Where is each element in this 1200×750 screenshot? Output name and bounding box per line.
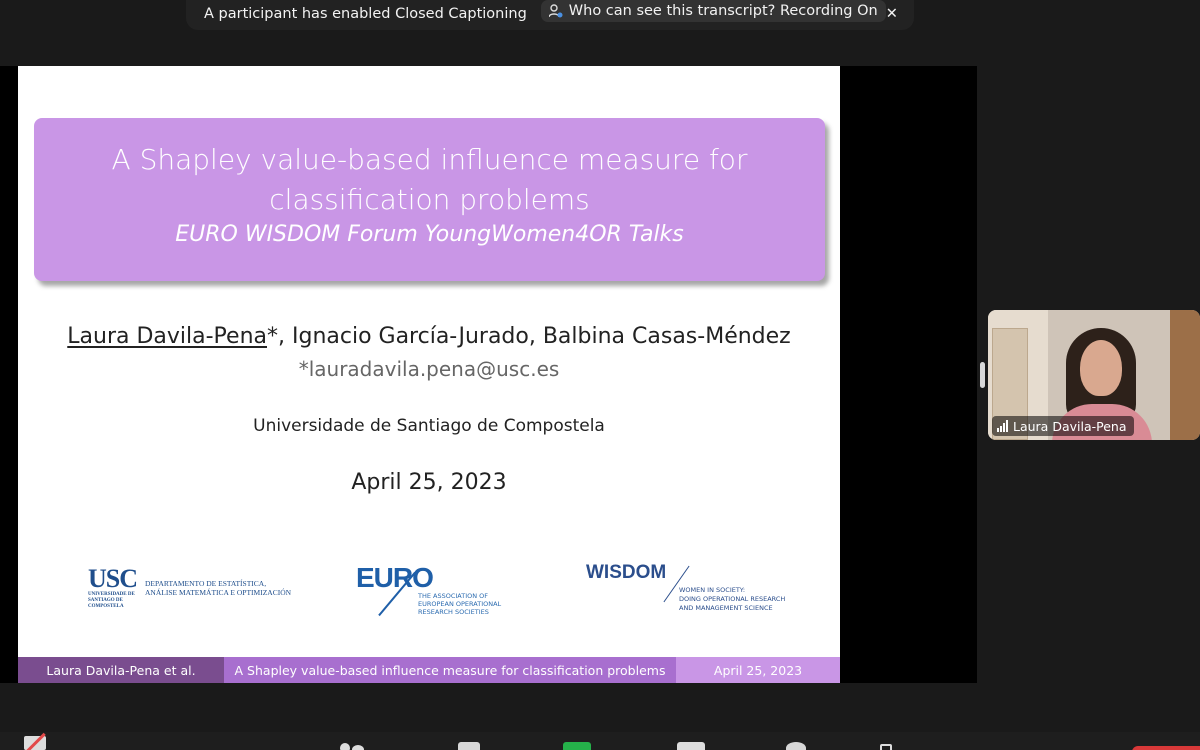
footer-authors: Laura Davila-Pena et al.: [18, 657, 224, 683]
slide-title-line1: A Shapley value-based influence measure …: [111, 143, 748, 176]
participants-icon[interactable]: [340, 742, 364, 750]
close-icon[interactable]: ✕: [886, 6, 898, 22]
usc-logo: USC UNIVERSIDADE DE SANTIAGO DE COMPOSTE…: [88, 566, 291, 610]
slide-subtitle: EURO WISDOM Forum YoungWomen4OR Talks: [175, 222, 684, 247]
author-email: *lauradavila.pena@usc.es: [298, 357, 560, 381]
university: Universidade de Santiago de Compostela: [253, 416, 605, 436]
wisdom-logo-mark: WISDOM: [586, 562, 667, 583]
record-icon[interactable]: [677, 742, 705, 750]
chat-icon[interactable]: [458, 742, 480, 750]
user-lock-icon: [548, 4, 563, 18]
euro-logo-mark: EURO: [356, 562, 434, 593]
participant-name-tag: Laura Davila-Pena: [992, 416, 1135, 436]
reactions-icon[interactable]: [786, 742, 806, 750]
meeting-window: A participant has enabled Closed Caption…: [0, 0, 1200, 750]
presenter-mark: *: [267, 324, 278, 349]
slide-footer: Laura Davila-Pena et al. A Shapley value…: [18, 657, 840, 683]
wisdom-logo: WISDOM WOMEN IN SOCIETY: DOING OPERATION…: [586, 562, 785, 613]
wisdom-logo-sub: WOMEN IN SOCIETY: DOING OPERATIONAL RESE…: [679, 586, 786, 612]
euro-logo-sub: THE ASSOCIATION OF EUROPEAN OPERATIONAL …: [418, 592, 502, 616]
presenter-name: Laura Davila-Pena: [67, 324, 267, 349]
shared-screen: A Shapley value-based influence measure …: [0, 66, 977, 683]
transcript-info-button[interactable]: Who can see this transcript? Recording O…: [540, 0, 886, 22]
slide-title-box: A Shapley value-based influence measure …: [34, 118, 825, 281]
footer-date: April 25, 2023: [676, 657, 840, 683]
share-screen-icon[interactable]: [563, 742, 591, 750]
participant-name: Laura Davila-Pena: [1013, 418, 1127, 434]
coauthors: , Ignacio García-Jurado, Balbina Casas-M…: [278, 324, 791, 349]
participant-face: [1080, 340, 1122, 396]
slide-authors: Laura Davila-Pena*, Ignacio García-Jurad…: [18, 324, 840, 349]
video-background-shelf: [1170, 310, 1200, 440]
slide-title-line2: classification problems: [269, 183, 590, 216]
signal-strength-icon: [997, 420, 1008, 432]
video-off-icon[interactable]: [22, 736, 46, 750]
usc-logo-mark: USC UNIVERSIDADE DE SANTIAGO DE COMPOSTE…: [88, 564, 138, 610]
slide-title: A Shapley value-based influence measure …: [34, 118, 825, 220]
captioning-notification-bar: A participant has enabled Closed Caption…: [186, 0, 914, 30]
presentation-slide: A Shapley value-based influence measure …: [18, 66, 840, 683]
transcript-info-label: Who can see this transcript? Recording O…: [568, 3, 878, 19]
participant-video-tile[interactable]: Laura Davila-Pena: [988, 310, 1200, 440]
euro-logo: EURO THE ASSOCIATION OF EUROPEAN OPERATI…: [356, 562, 502, 617]
video-panel-resize-handle[interactable]: [980, 362, 985, 388]
slide-date: April 25, 2023: [351, 470, 507, 495]
usc-logo-sub: UNIVERSIDADE DE SANTIAGO DE COMPOSTELA: [88, 592, 135, 609]
footer-title: A Shapley value-based influence measure …: [224, 657, 676, 683]
apps-icon[interactable]: [880, 742, 900, 750]
usc-department: DEPARTAMENTO DE ESTATÍSTICA, ANÁLISE MAT…: [145, 579, 292, 597]
meeting-toolbar: [0, 732, 1200, 750]
end-meeting-button[interactable]: [1132, 746, 1200, 750]
notification-text: A participant has enabled Closed Caption…: [204, 6, 527, 22]
